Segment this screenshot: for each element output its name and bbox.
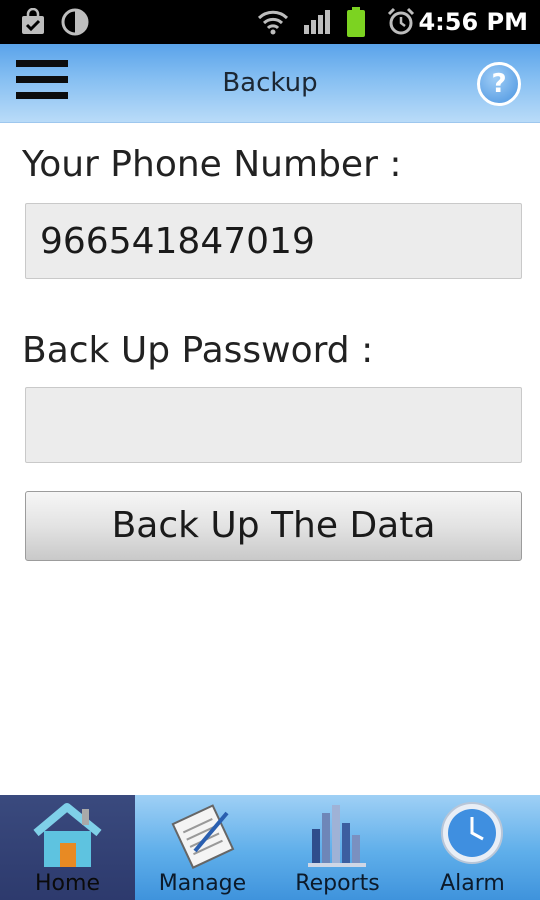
tab-manage[interactable]: Manage [135,795,270,900]
phone-number-field[interactable] [25,203,522,279]
battery-icon [344,0,368,44]
phone-number-label: Your Phone Number : [22,144,402,185]
tab-reports-label: Reports [295,871,380,896]
page-title: Backup [222,68,318,98]
clock-icon [435,799,510,869]
signal-icon [300,0,334,44]
hamburger-menu-icon[interactable] [16,60,68,106]
tab-alarm-label: Alarm [440,871,505,896]
status-bar: 4:56 PM [0,0,540,44]
brightness-icon [58,0,92,44]
home-icon [30,799,105,869]
help-icon[interactable]: ? [477,62,521,106]
tab-alarm[interactable]: Alarm [405,795,540,900]
shopping-bag-icon [18,0,48,44]
title-bar: Backup ? [0,44,540,123]
backup-data-button[interactable]: Back Up The Data [25,491,522,561]
notepad-icon [165,799,240,869]
backup-password-field[interactable] [25,387,522,463]
tab-home[interactable]: Home [0,795,135,900]
wifi-icon [256,0,290,44]
bottom-tab-bar: Home Manage Reports Alarm [0,795,540,900]
bar-chart-icon [300,799,375,869]
tab-manage-label: Manage [158,871,247,896]
backup-password-label: Back Up Password : [22,330,374,371]
tab-home-label: Home [35,871,100,896]
alarm-clock-icon [384,0,418,44]
status-time: 4:56 PM [418,8,528,36]
tab-reports[interactable]: Reports [270,795,405,900]
